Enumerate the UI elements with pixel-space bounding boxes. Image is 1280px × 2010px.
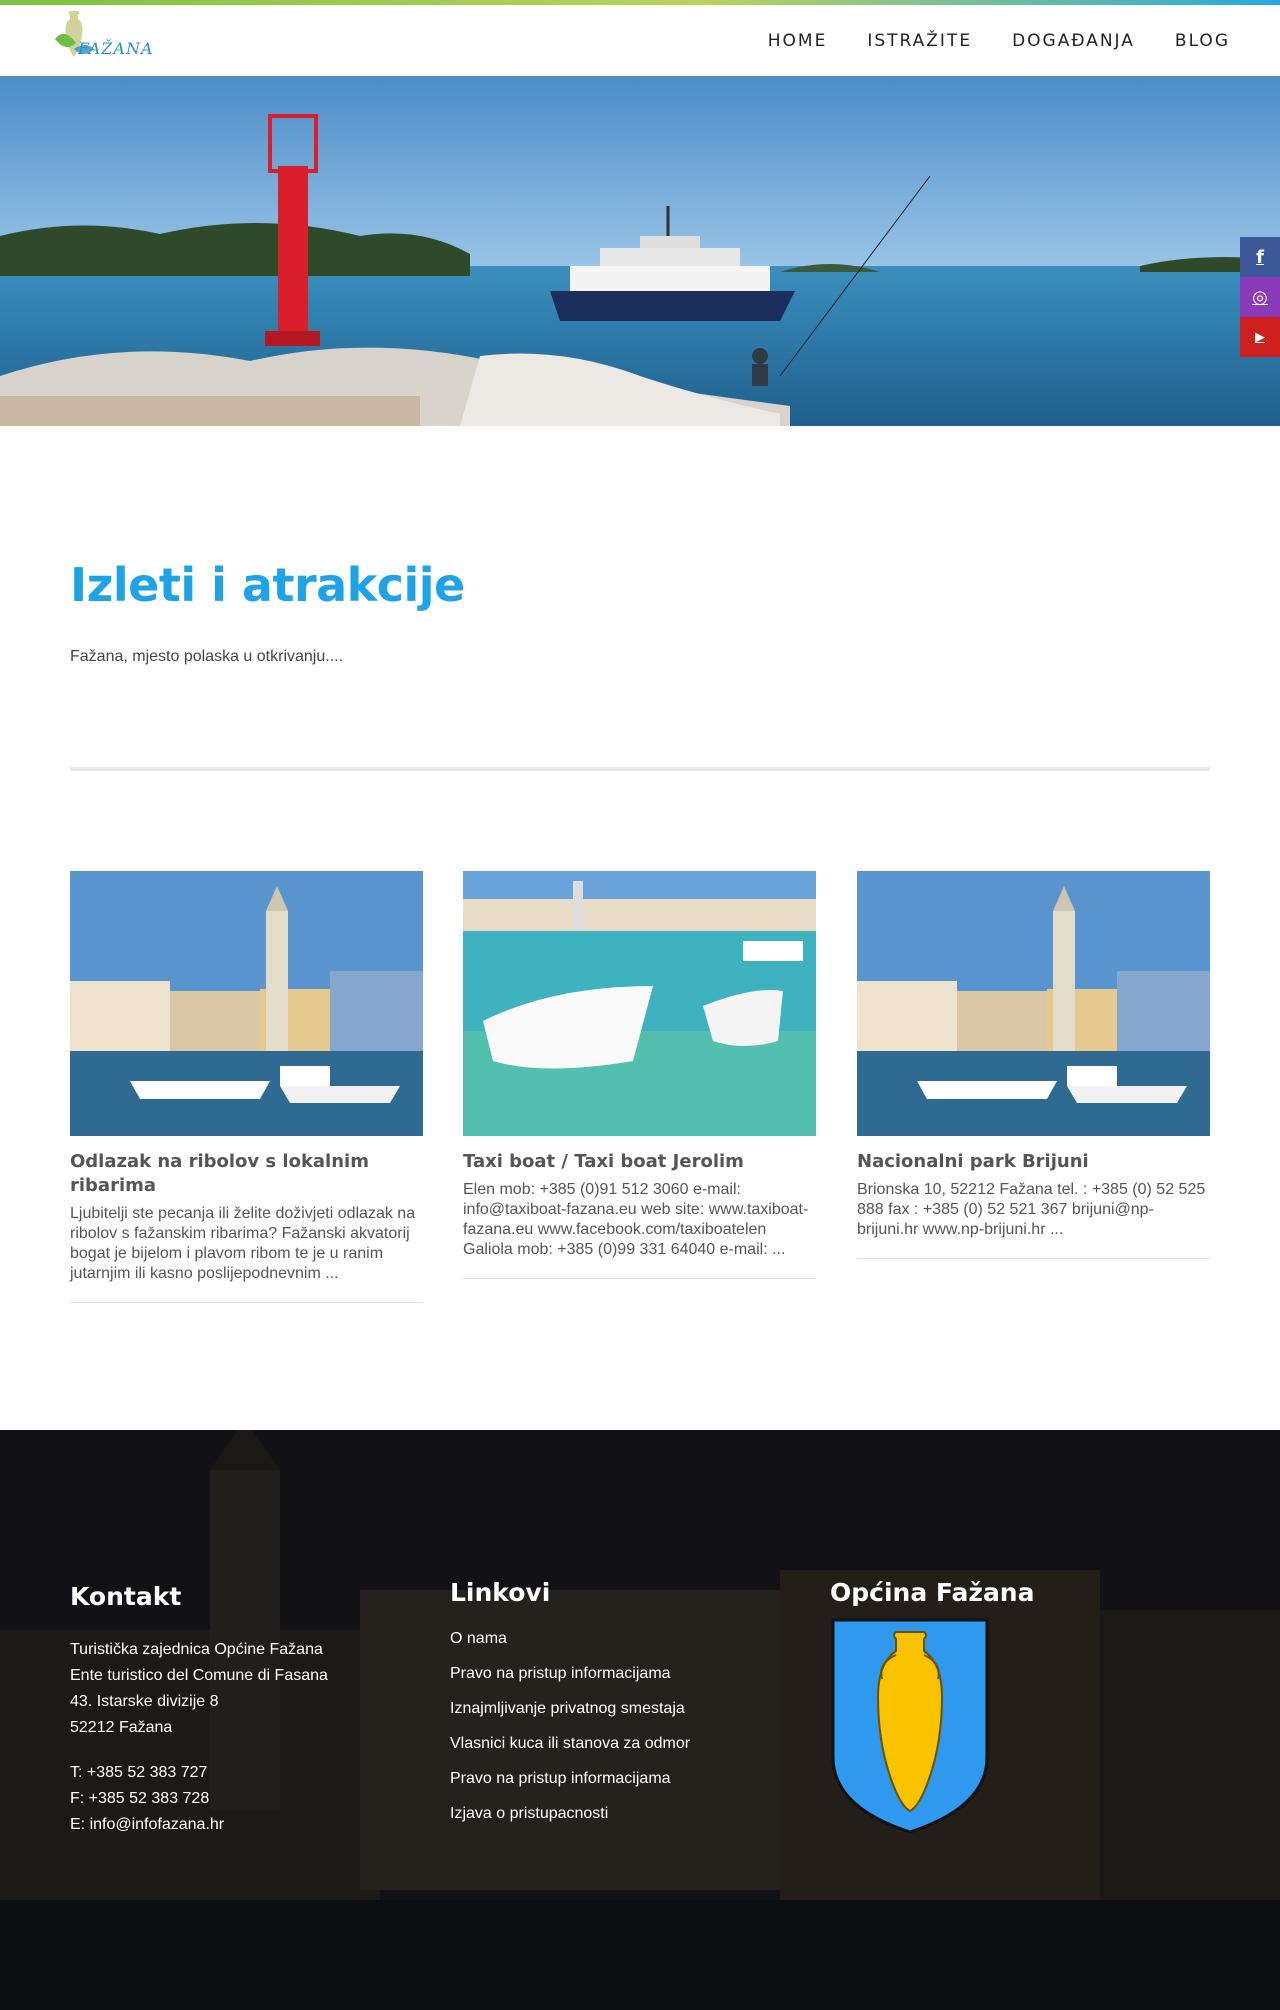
contact-line: Turistička zajednica Općine Fažana bbox=[70, 1641, 323, 1658]
card-title[interactable]: Odlazak na ribolov s lokalnim ribarima bbox=[70, 1150, 423, 1198]
card-excerpt: Brionska 10, 52212 Fažana tel. : +385 (0… bbox=[857, 1181, 1206, 1238]
nav-blog[interactable]: BLOG bbox=[1175, 31, 1230, 51]
footer-link-iznajmljivanje[interactable]: Iznajmljivanje privatnog smestaja bbox=[450, 1691, 780, 1726]
contact-fax: F: +385 52 383 728 bbox=[70, 1790, 210, 1807]
footer-contact-title: Kontakt bbox=[70, 1582, 182, 1611]
youtube-icon: ▶ bbox=[1255, 329, 1265, 344]
logo-text: FAŽANA bbox=[78, 39, 154, 58]
section-divider bbox=[70, 767, 1210, 771]
main-nav: HOME ISTRAŽITE DOGAĐANJA BLOG bbox=[768, 5, 1230, 76]
instagram-button[interactable]: ◎ bbox=[1240, 277, 1280, 317]
youtube-button[interactable]: ▶ bbox=[1240, 317, 1280, 357]
card-taxi-boat[interactable]: Taxi boat / Taxi boat Jerolim Elen mob: … bbox=[463, 871, 816, 1279]
contact-line: 52212 Fažana bbox=[70, 1719, 173, 1736]
nav-istrazite[interactable]: ISTRAŽITE bbox=[867, 31, 972, 51]
contact-line: Ente turistico del Comune di Fasana bbox=[70, 1667, 328, 1684]
site-header: FAŽANA HOME ISTRAŽITE DOGAĐANJA BLOG bbox=[0, 5, 1280, 76]
nav-home[interactable]: HOME bbox=[768, 31, 828, 51]
site-logo[interactable]: FAŽANA bbox=[50, 9, 153, 71]
card-image-link[interactable] bbox=[463, 871, 816, 1136]
footer-link-pristup-informacijama[interactable]: Pravo na pristup informacijama bbox=[450, 1656, 780, 1691]
footer-link-vlasnici[interactable]: Vlasnici kuca ili stanova za odmor bbox=[450, 1726, 780, 1761]
card-divider bbox=[463, 1278, 816, 1279]
harbor-scene-image bbox=[0, 76, 1280, 426]
contact-phone[interactable]: T: +385 52 383 727 bbox=[70, 1760, 400, 1786]
fazana-harbor-photo bbox=[70, 871, 423, 1136]
card-brijuni[interactable]: Nacionalni park Brijuni Brionska 10, 522… bbox=[857, 871, 1210, 1259]
footer-links-title: Linkovi bbox=[450, 1578, 551, 1607]
nav-dogadanja[interactable]: DOGAĐANJA bbox=[1012, 31, 1135, 51]
card-title[interactable]: Nacionalni park Brijuni bbox=[857, 1150, 1210, 1174]
card-image-link[interactable] bbox=[70, 871, 423, 1136]
contact-email[interactable]: E: info@infofazana.hr bbox=[70, 1812, 400, 1838]
card-title[interactable]: Taxi boat / Taxi boat Jerolim bbox=[463, 1150, 816, 1174]
taxi-boat-photo bbox=[463, 871, 816, 1136]
facebook-icon: f bbox=[1256, 246, 1264, 268]
card-excerpt: Ljubitelji ste pecanja ili želite doživj… bbox=[70, 1205, 416, 1282]
card-excerpt: Elen mob: +385 (0)91 512 3060 e-mail: in… bbox=[463, 1181, 809, 1258]
footer-municipality-title: Općina Fažana bbox=[830, 1578, 1035, 1607]
fazana-harbor-photo bbox=[857, 871, 1210, 1136]
card-image-link[interactable] bbox=[857, 871, 1210, 1136]
page-subtitle: Fažana, mjesto polaska u otkrivanju.... bbox=[70, 648, 344, 665]
hero-image bbox=[0, 76, 1280, 426]
site-footer: Kontakt Turistička zajednica Općine Faža… bbox=[0, 1430, 1280, 2010]
card-divider bbox=[857, 1258, 1210, 1259]
footer-municipality: Općina Fažana bbox=[830, 1578, 1160, 1842]
footer-link-izjava[interactable]: Izjava o pristupacnosti bbox=[450, 1796, 780, 1831]
footer-contact: Kontakt Turistička zajednica Općine Faža… bbox=[70, 1582, 400, 1838]
footer-link-pristup-informacijama-2[interactable]: Pravo na pristup informacijama bbox=[450, 1761, 780, 1796]
page-title: Izleti i atrakcije bbox=[70, 558, 465, 612]
footer-link-o-nama[interactable]: O nama bbox=[450, 1621, 780, 1656]
contact-line: 43. Istarske divizije 8 bbox=[70, 1693, 219, 1710]
instagram-icon: ◎ bbox=[1252, 286, 1268, 307]
facebook-button[interactable]: f bbox=[1240, 237, 1280, 277]
coat-of-arms-icon bbox=[831, 1618, 989, 1834]
card-divider bbox=[70, 1302, 423, 1303]
footer-links: Linkovi O nama Pravo na pristup informac… bbox=[450, 1578, 780, 1831]
card-fishing[interactable]: Odlazak na ribolov s lokalnim ribarima L… bbox=[70, 871, 423, 1303]
